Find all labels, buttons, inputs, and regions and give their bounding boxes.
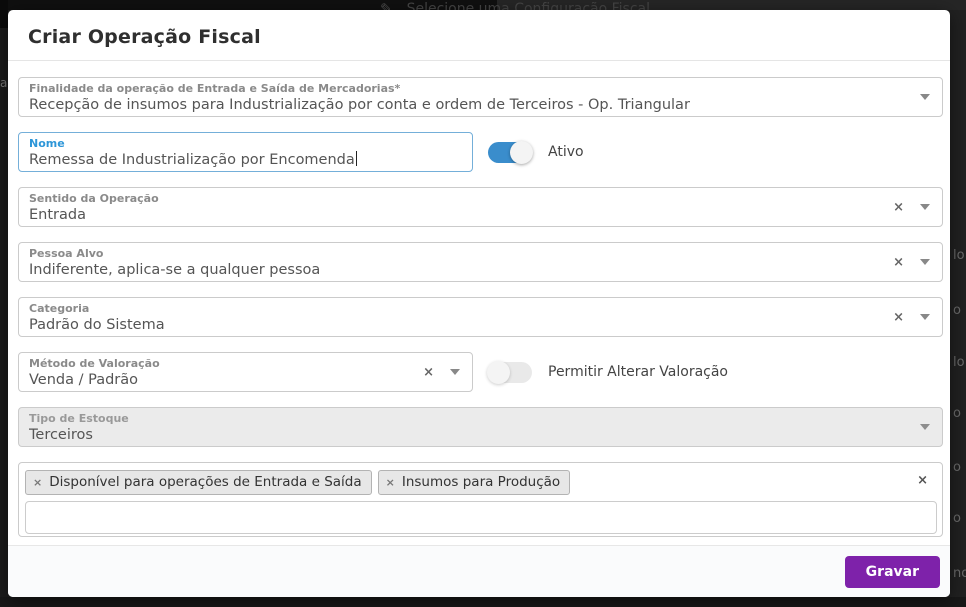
modal-title: Criar Operação Fiscal [28,26,930,48]
tag-chip-label: Disponível para operações de Entrada e S… [49,474,361,490]
chevron-down-icon [920,424,930,430]
clear-icon[interactable]: × [893,201,904,214]
chevron-down-icon[interactable] [920,204,930,210]
clear-icon[interactable]: × [917,473,928,488]
select-categoria[interactable]: Categoria Padrão do Sistema × [18,297,943,337]
permitir-alterar-valoracao-toggle[interactable] [488,362,532,383]
pessoa-alvo-value: Indiferente, aplica-se a qualquer pessoa [29,261,872,280]
select-metodo-valoracao[interactable]: Método de Valoração Venda / Padrão × [18,352,473,392]
pessoa-alvo-label: Pessoa Alvo [29,247,872,261]
select-finalidade[interactable]: Finalidade da operação de Entrada e Saíd… [18,77,943,117]
toggle-knob [510,141,533,164]
modal-footer: Gravar [8,545,950,597]
valoracao-row: Método de Valoração Venda / Padrão × Per… [18,352,943,392]
text-caret [356,151,357,166]
background-text-fragment: o [953,303,966,318]
modal-body: Finalidade da operação de Entrada e Saíd… [8,61,950,545]
permitir-alterar-valoracao-label: Permitir Alterar Valoração [548,364,728,380]
background-text-fragment: a [0,76,7,90]
save-button[interactable]: Gravar [845,556,940,588]
nome-input[interactable]: Nome Remessa de Industrialização por Enc… [18,132,473,172]
modal-header: Criar Operação Fiscal [8,10,950,61]
tags-multiselect[interactable]: × Disponível para operações de Entrada e… [18,462,943,537]
nome-value: Remessa de Industrialização por Encomend… [29,151,462,170]
select-tipo-estoque: Tipo de Estoque Terceiros [18,407,943,447]
sentido-value: Entrada [29,206,872,225]
nome-row: Nome Remessa de Industrialização por Enc… [18,132,943,172]
tipo-estoque-label: Tipo de Estoque [29,412,872,426]
tag-chip[interactable]: × Insumos para Produção [378,470,571,495]
clear-icon[interactable]: × [893,311,904,324]
background-left-strip [0,0,8,607]
metodo-valoracao-value: Venda / Padrão [29,371,402,390]
tags-chip-list: × Disponível para operações de Entrada e… [25,470,912,495]
chevron-down-icon[interactable] [920,314,930,320]
tag-chip[interactable]: × Disponível para operações de Entrada e… [25,470,372,495]
clear-icon[interactable]: × [893,256,904,269]
select-pessoa-alvo[interactable]: Pessoa Alvo Indiferente, aplica-se a qua… [18,242,943,282]
sentido-label: Sentido da Operação [29,192,872,206]
toggle-knob [487,361,510,384]
chevron-down-icon[interactable] [920,94,930,100]
chip-remove-icon[interactable]: × [33,476,42,489]
finalidade-label: Finalidade da operação de Entrada e Saíd… [29,82,872,96]
ativo-toggle[interactable] [488,142,532,163]
background-text-fragment: o [953,460,966,475]
background-text-fragment: o [953,511,966,526]
ativo-toggle-label: Ativo [548,144,584,160]
tags-text-input[interactable] [25,501,937,534]
nome-label: Nome [29,137,462,151]
finalidade-value: Recepção de insumos para Industrializaçã… [29,96,872,115]
metodo-valoracao-label: Método de Valoração [29,357,402,371]
chevron-down-icon[interactable] [920,259,930,265]
background-text-fragment: lo [953,355,966,370]
categoria-value: Padrão do Sistema [29,316,872,335]
create-fiscal-operation-modal: Criar Operação Fiscal Finalidade da oper… [8,10,950,597]
select-sentido-operacao[interactable]: Sentido da Operação Entrada × [18,187,943,227]
chip-remove-icon[interactable]: × [386,476,395,489]
background-text-fragment: lo [953,248,966,263]
tag-chip-label: Insumos para Produção [402,474,560,490]
background-bottom-band [0,597,966,607]
background-left-strip-dark [0,0,8,28]
background-text-fragment: o [953,406,966,421]
clear-icon[interactable]: × [423,366,434,379]
chevron-down-icon[interactable] [450,369,460,375]
categoria-label: Categoria [29,302,872,316]
tipo-estoque-value: Terceiros [29,426,872,445]
background-text-fragment: no [953,566,966,581]
